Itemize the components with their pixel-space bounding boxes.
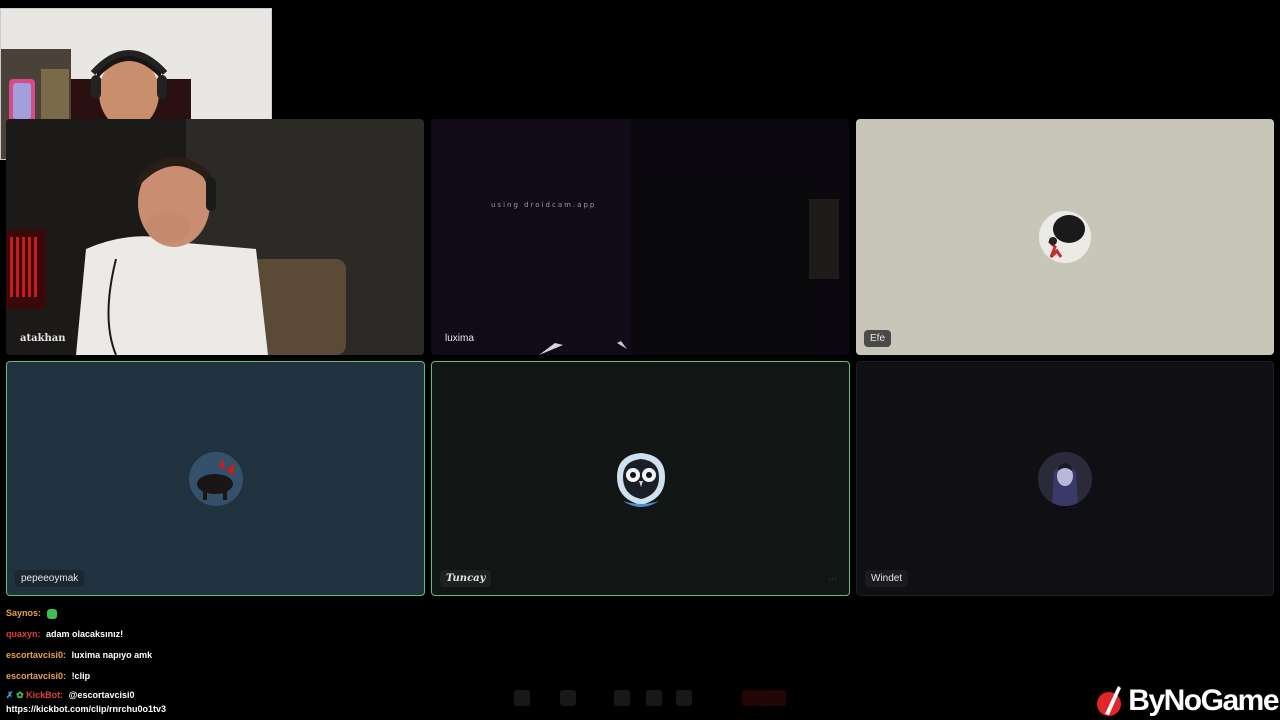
participant-name: pepeeoymak <box>15 570 85 587</box>
bot-badge-icon: ✿ <box>16 690 24 700</box>
participant-name: Tuncay <box>440 570 492 587</box>
chat-message: ✗ ✿ KickBot: @escortavcisi0 <box>6 688 166 702</box>
chat-message: escortavcisi0: luxima napıyo amk <box>6 646 166 667</box>
activities-icon[interactable] <box>646 690 662 706</box>
owl-logo-icon <box>616 452 665 507</box>
chat-username: Saynos: <box>6 608 42 618</box>
bynogame-logo-icon <box>1097 686 1122 716</box>
chat-username: KickBot: <box>26 690 64 700</box>
participant-avatar <box>609 447 673 511</box>
atakhan-video <box>6 119 424 355</box>
participant-avatar <box>1039 211 1091 263</box>
soundboard-icon[interactable] <box>676 690 692 706</box>
chat-username: quaxyn: <box>6 629 41 639</box>
chat-text: @escortavcisi0 <box>68 690 135 700</box>
green-emote-icon <box>46 608 57 619</box>
chat-text: adam olacaksınız! <box>46 629 124 639</box>
participant-tile-tuncay[interactable]: Tuncay ··· <box>431 361 850 596</box>
participant-tile-pepeeoymak[interactable]: pepeeoymak <box>6 361 425 596</box>
participant-tile-efe[interactable]: Efe <box>856 119 1274 355</box>
participant-tile-windet[interactable]: Windet <box>856 361 1274 596</box>
participant-avatar <box>188 451 243 506</box>
chat-message: Saynos: <box>6 604 166 625</box>
avatar-image <box>1038 451 1092 506</box>
luxima-video <box>431 119 849 355</box>
participant-name: atakhan <box>20 333 66 344</box>
call-controls-bar <box>510 686 790 712</box>
chat-link: https://kickbot.com/clip/rnrchu0o1tv3 <box>6 704 167 714</box>
bynogame-logo: ByNoGame <box>1096 684 1279 718</box>
chat-text: luxima napıyo amk <box>71 650 153 660</box>
avatar-image <box>188 451 243 506</box>
tile-menu-icon[interactable]: ··· <box>828 575 837 585</box>
participant-tile-luxima[interactable]: using droidcam.app luxima <box>431 119 849 355</box>
bynogame-logo-text: ByNoGame <box>1128 684 1279 717</box>
chat-username: escortavcisi0: <box>6 671 67 681</box>
participant-avatar <box>1038 451 1092 506</box>
avatar-image <box>1039 211 1091 263</box>
droidcam-watermark: using droidcam.app <box>491 201 597 209</box>
participant-name: Efe <box>864 330 892 347</box>
participant-name: Windet <box>865 570 909 587</box>
participant-tile-atakhan[interactable]: atakhan <box>6 119 424 355</box>
camera-icon[interactable] <box>560 690 576 706</box>
chat-text: !clip <box>71 671 91 681</box>
microphone-icon[interactable] <box>514 690 530 706</box>
more-options-icon[interactable] <box>708 690 724 706</box>
sword-badge-icon: ✗ <box>6 690 14 700</box>
chat-message: https://kickbot.com/clip/rnrchu0o1tv3 <box>6 702 166 716</box>
chat-username: escortavcisi0: <box>6 650 67 660</box>
disconnect-button[interactable] <box>742 690 786 706</box>
stream-chat-overlay: Saynos: quaxyn: adam olacaksınız! escort… <box>6 604 166 716</box>
chat-message: escortavcisi0: !clip <box>6 667 166 688</box>
screen-share-icon[interactable] <box>614 690 630 706</box>
participant-name: luxima <box>445 333 474 344</box>
chat-message: quaxyn: adam olacaksınız! <box>6 625 166 646</box>
